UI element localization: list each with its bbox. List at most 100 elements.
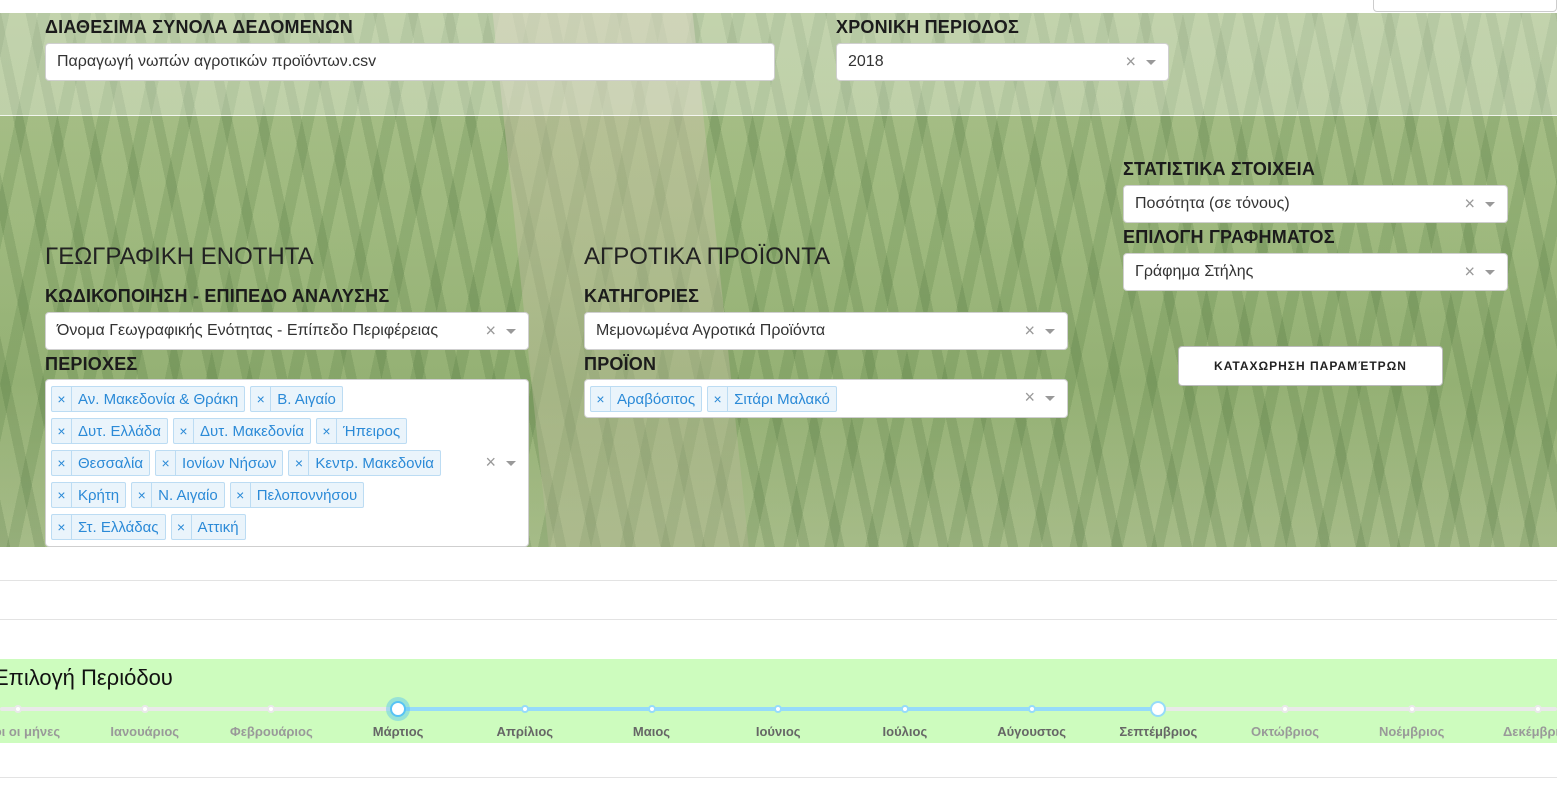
remove-chip-icon[interactable]: × [231,483,251,507]
regions-multiselect[interactable]: × Αν. Μακεδονία & Θράκη × Β. Αιγαίο × Δυτ. Ελ… [45,379,529,547]
month-mark[interactable]: Μάρτιος [373,724,424,739]
selected-chip: × Β. Αιγαίο [250,386,343,412]
categories-value: Μεμονωμένα Αγροτικά Προϊόντα [596,322,826,339]
selected-chip: × Ήπειρος [316,418,408,444]
caret-down-icon[interactable] [506,461,516,466]
time-period-label: ΧΡΟΝΙΚΗ ΠΕΡΙΟΔΟΣ [836,17,1019,37]
products-title: ΑΓΡΟΤΙΚΑ ΠΡΟΪΟΝΤΑ [584,243,831,270]
remove-chip-icon[interactable]: × [52,387,72,411]
caret-down-icon[interactable] [1045,396,1055,401]
caret-down-icon[interactable] [1485,202,1495,207]
chip-label: Ιονίων Νήσων [182,454,277,472]
caret-down-icon[interactable] [506,329,516,334]
remove-chip-icon[interactable]: × [591,387,611,411]
selected-chip: × Σιτάρι Μαλακό [707,386,837,412]
coding-value: Όνομα Γεωγραφικής Ενότητας - Επίπεδο Περ… [57,322,439,339]
selected-chip: × Ιονίων Νήσων [155,450,284,476]
period-panel: Επιλογή Περιόδου Όλοι οι μήνες Ιανουάριος… [0,659,1557,743]
month-mark[interactable]: Μαιος [633,724,670,739]
month-mark[interactable]: Οκτώβριος [1251,724,1319,739]
slider-dot[interactable] [1281,705,1289,713]
chip-label: Ν. Αιγαίο [158,486,218,504]
regions-chip-list: × Αν. Μακεδονία & Θράκη × Β. Αιγαίο × Δυτ. Ελ… [51,384,468,544]
chart-type-select[interactable]: Γράφημα Στήλης × [1123,253,1508,291]
caret-down-icon[interactable] [1146,60,1156,65]
clear-icon[interactable]: × [485,452,496,473]
chip-label: Δυτ. Μακεδονία [199,422,305,440]
selected-chip: × Ν. Αιγαίο [131,482,225,508]
stats-select[interactable]: Ποσότητα (σε τόνους) × [1123,185,1508,223]
time-period-select[interactable]: 2018 × [836,43,1169,81]
clear-icon[interactable]: × [1024,387,1035,408]
month-mark[interactable]: Ιανουάριος [110,724,179,739]
product-multiselect[interactable]: × Αραβόσιτος × Σιτάρι Μαλακό × [584,379,1068,418]
chip-label: Πελοποννήσου [256,486,358,504]
remove-chip-icon[interactable]: × [132,483,153,507]
month-mark[interactable]: Αύγουστος [997,724,1066,739]
clear-icon[interactable]: × [1125,52,1136,73]
caret-down-icon[interactable] [1485,270,1495,275]
clear-icon[interactable]: × [1464,194,1475,215]
slider-dot[interactable] [900,705,909,713]
stats-value: Ποσότητα (σε τόνους) [1135,195,1290,212]
clear-icon[interactable]: × [1024,321,1035,342]
stats-label: ΣΤΑΤΙΣΤΙΚΑ ΣΤΟΙΧΕΙΑ [1123,159,1316,179]
clear-icon[interactable]: × [485,321,496,342]
remove-chip-icon[interactable]: × [156,451,177,475]
slider-dot[interactable] [14,705,22,713]
datasets-select[interactable]: Παραγωγή νωπών αγροτικών προϊόντων.csv [45,43,775,81]
coding-label: ΚΩΔΙΚΟΠΟΙΗΣΗ - ΕΠΙΠΕΔΟ ΑΝΑΛΥΣΗΣ [45,286,390,306]
month-mark[interactable]: Σεπτέμβριος [1119,724,1197,739]
month-mark[interactable]: Ιούνιος [756,724,801,739]
month-mark[interactable]: Φεβρουάριος [230,724,313,739]
range-start-handle[interactable] [390,701,407,717]
clear-icon[interactable]: × [1464,262,1475,283]
categories-select[interactable]: Μεμονωμένα Αγροτικά Προϊόντα × [584,312,1068,350]
geography-title: ΓΕΩΓΡΑΦΙΚΗ ΕΝΟΤΗΤΑ [45,243,314,270]
divider [0,619,1557,620]
divider [0,777,1557,778]
remove-chip-icon[interactable]: × [289,451,310,475]
remove-chip-icon[interactable]: × [52,419,72,443]
selected-chip: × Στ. Ελλάδας [51,514,166,540]
chart-type-value: Γράφημα Στήλης [1135,263,1254,280]
remove-chip-icon[interactable]: × [52,451,72,475]
range-end-handle[interactable] [1150,701,1167,717]
datasets-label: ΔΙΑΘΕΣΙΜΑ ΣΥΝΟΛΑ ΔΕΔΟΜΕΝΩΝ [45,17,353,37]
remove-chip-icon[interactable]: × [172,515,192,539]
slider-dot[interactable] [267,705,276,713]
chip-label: Ήπειρος [343,422,401,440]
slider-dot[interactable] [140,705,149,713]
slider-dot[interactable] [520,705,529,713]
selected-chip: × Πελοποννήσου [229,482,365,508]
chip-label: Κεντρ. Μακεδονία [315,454,434,472]
divider [0,580,1557,581]
remove-chip-icon[interactable]: × [251,387,272,411]
period-title: Επιλογή Περιόδου [0,665,173,690]
submit-parameters-button[interactable]: ΚΑΤΑΧΩΡΗΣΗ ΠΑΡΑΜΈΤΡΩΝ [1178,346,1443,386]
caret-down-icon[interactable] [1045,329,1055,334]
slider-dot[interactable] [1534,705,1543,713]
month-mark[interactable]: Όλοι οι μήνες [0,724,60,739]
remove-chip-icon[interactable]: × [52,483,72,507]
chip-label: Αν. Μακεδονία & Θράκη [78,390,239,408]
month-mark[interactable]: Νοέμβριος [1379,724,1444,739]
chip-label: Σιτάρι Μαλακό [734,390,830,408]
selected-chip: × Δυτ. Μακεδονία [172,418,312,444]
slider-dot[interactable] [647,705,656,713]
month-mark[interactable]: Ιούλιος [883,724,928,739]
month-mark[interactable]: Δεκέμβριος [1503,724,1557,739]
remove-chip-icon[interactable]: × [317,419,338,443]
slider-dot[interactable] [1027,705,1036,713]
remove-chip-icon[interactable]: × [174,419,194,443]
selected-chip: × Θεσσαλία [51,450,151,476]
month-mark[interactable]: Απρίλιος [497,724,554,739]
coding-select[interactable]: Όνομα Γεωγραφικής Ενότητας - Επίπεδο Περ… [45,312,529,350]
product-chip-list: × Αραβόσιτος × Σιτάρι Μαλακό [590,384,1007,416]
corner-input[interactable] [1373,0,1557,12]
remove-chip-icon[interactable]: × [52,515,72,539]
slider-dot[interactable] [1407,705,1416,713]
slider-dot[interactable] [774,705,783,713]
remove-chip-icon[interactable]: × [708,387,729,411]
product-label: ΠΡΟΪΟΝ [584,354,657,374]
